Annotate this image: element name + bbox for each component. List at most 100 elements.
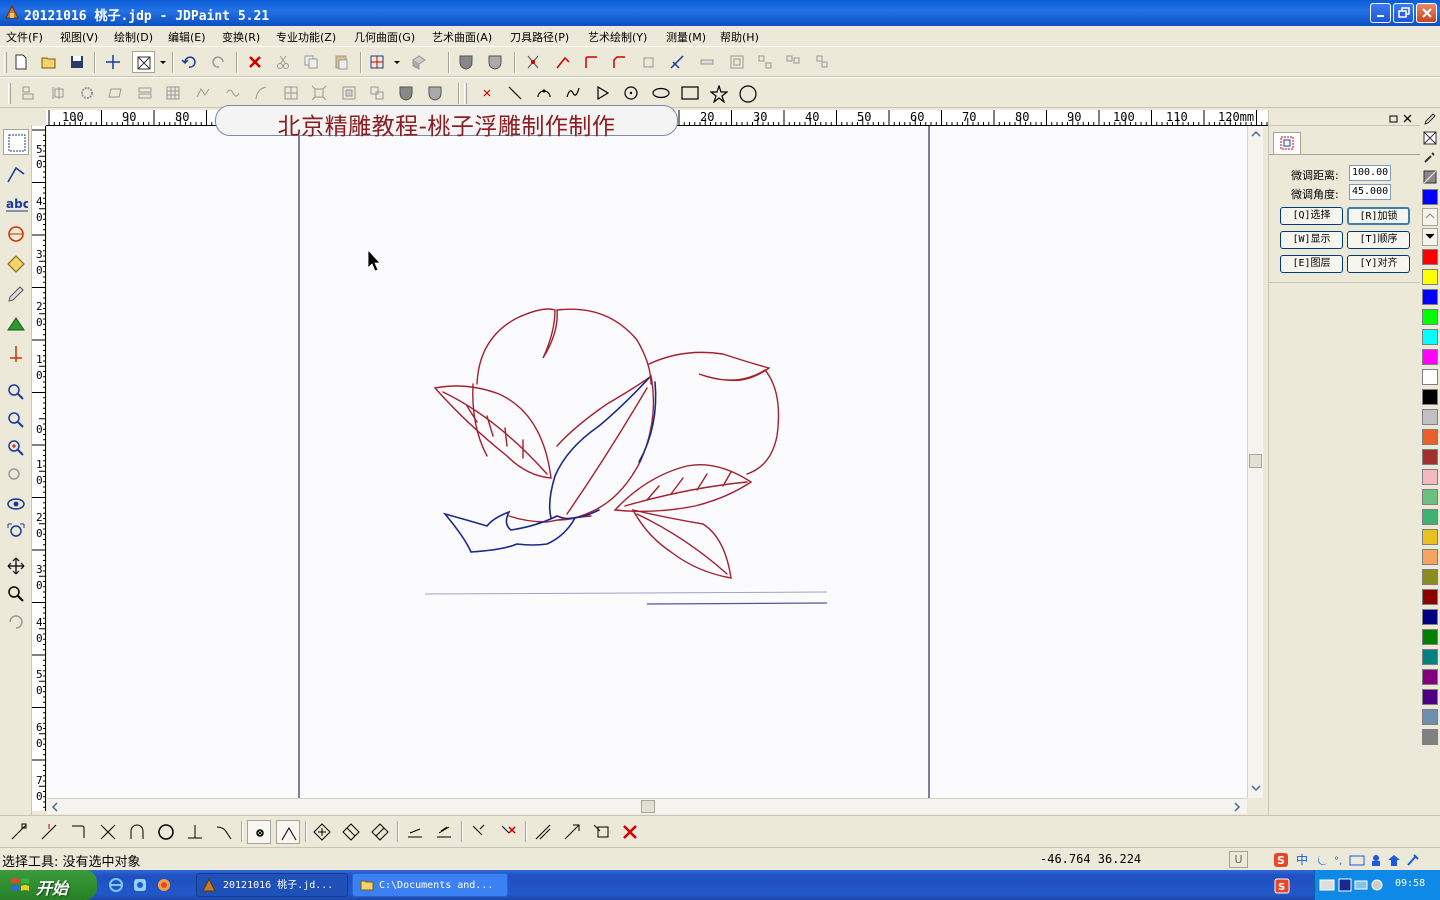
zoom-previous-icon[interactable] <box>3 463 29 489</box>
text-tool-icon[interactable]: abc <box>3 191 29 217</box>
arc-icon[interactable] <box>533 82 556 104</box>
shield-left-icon[interactable] <box>395 82 418 104</box>
ungroup-icon[interactable] <box>366 82 389 104</box>
paste-icon[interactable] <box>330 51 353 73</box>
rotate-view-icon[interactable] <box>3 609 29 635</box>
menu-measure[interactable]: 测量(M) <box>666 29 706 45</box>
toolbar-grip[interactable] <box>8 83 11 104</box>
menu-view[interactable]: 视图(V) <box>60 29 98 45</box>
color-swatch[interactable] <box>1422 669 1438 685</box>
group-icon[interactable] <box>338 82 361 104</box>
ime-toolbar[interactable]: S 中 °, <box>1272 850 1440 870</box>
dropdown-arrow-icon[interactable] <box>390 51 402 73</box>
rotate-copy-icon[interactable] <box>810 51 833 73</box>
drawing-canvas[interactable] <box>47 126 1247 798</box>
redo-icon[interactable] <box>208 51 231 73</box>
cut-icon[interactable] <box>272 51 295 73</box>
snap-center-icon[interactable] <box>154 820 178 844</box>
color-swatch[interactable] <box>1422 349 1438 365</box>
scroll-left-icon[interactable] <box>49 801 61 813</box>
scroll-right-icon[interactable] <box>1231 801 1243 813</box>
select-button[interactable]: [Q]选择 <box>1280 207 1343 225</box>
node-tool-icon[interactable] <box>3 161 29 187</box>
snap-endpoint-icon[interactable] <box>7 820 31 844</box>
snap-move-icon[interactable] <box>531 820 555 844</box>
menu-transform[interactable]: 变换(R) <box>222 29 260 45</box>
color-swatch[interactable] <box>1422 409 1438 425</box>
color-swatch[interactable] <box>1422 489 1438 505</box>
distribute-icon[interactable] <box>134 82 157 104</box>
chamfer-icon[interactable] <box>608 51 631 73</box>
color-swatch[interactable] <box>1422 529 1438 545</box>
scroll-thumb[interactable] <box>1249 454 1262 468</box>
select-box-icon[interactable] <box>132 51 155 73</box>
save-icon[interactable] <box>66 51 89 73</box>
snap-layer-2-icon[interactable] <box>432 820 456 844</box>
vertical-scrollbar[interactable] <box>1247 126 1263 798</box>
fine-angle-field[interactable]: 45.000 <box>1349 184 1391 200</box>
shield-left-icon[interactable] <box>455 51 478 73</box>
undo-icon[interactable] <box>178 51 201 73</box>
palette-scroll-up[interactable] <box>1422 208 1438 226</box>
ellipse-icon[interactable] <box>649 82 672 104</box>
task-jdpaint[interactable]: 20121016 桃子.jd... <box>196 873 348 897</box>
snap-perpendicular-icon[interactable] <box>183 820 207 844</box>
restore-button[interactable] <box>1393 3 1414 23</box>
select-tool-icon[interactable] <box>3 129 29 155</box>
layer-button[interactable]: [E]图层 <box>1280 255 1343 273</box>
circle-center-icon[interactable] <box>620 82 643 104</box>
zoom-out-icon[interactable] <box>3 407 29 433</box>
measure-tool-icon[interactable] <box>3 341 29 367</box>
align-button[interactable]: [Y]对齐 <box>1347 255 1410 273</box>
snap-midpoint-icon[interactable] <box>37 820 61 844</box>
shield-right-icon[interactable] <box>424 82 447 104</box>
panel-restore-icon[interactable] <box>1389 114 1399 124</box>
color-swatch[interactable] <box>1422 589 1438 605</box>
horizontal-scrollbar[interactable] <box>47 798 1247 814</box>
shield-right-icon[interactable] <box>484 51 507 73</box>
align-center-icon[interactable] <box>48 82 71 104</box>
toolbar-grip[interactable] <box>4 52 7 73</box>
panel-close-icon[interactable] <box>1403 114 1413 124</box>
snap-angle-icon[interactable] <box>276 820 300 844</box>
pan-icon[interactable] <box>3 553 29 579</box>
copy-icon[interactable] <box>300 51 323 73</box>
snap-copy-icon[interactable] <box>560 820 584 844</box>
pencil-tool-icon[interactable] <box>3 281 29 307</box>
fillet-icon[interactable] <box>580 51 603 73</box>
corner-icon[interactable] <box>638 51 661 73</box>
minimize-button[interactable] <box>1370 3 1391 23</box>
current-color-swatch[interactable] <box>1422 189 1438 205</box>
panel-tab-select[interactable] <box>1273 132 1301 154</box>
fill-tool-icon[interactable] <box>3 251 29 277</box>
color-swatch[interactable] <box>1422 369 1438 385</box>
color-swatch[interactable] <box>1422 269 1438 285</box>
media-icon[interactable] <box>132 877 148 893</box>
color-swatch[interactable] <box>1422 249 1438 265</box>
explode-icon[interactable] <box>308 82 331 104</box>
snap-grid-3-icon[interactable] <box>368 820 392 844</box>
pen-icon[interactable] <box>1423 112 1437 126</box>
grid-array-icon[interactable] <box>162 82 185 104</box>
title-bar[interactable]: 20121016 桃子.jdp - JDPaint 5.21 <box>0 0 1440 26</box>
menu-tool-path[interactable]: 刀具路径(P) <box>510 29 569 45</box>
fine-distance-field[interactable]: 100.00 <box>1349 165 1391 181</box>
wave-icon[interactable] <box>222 82 245 104</box>
color-swatch[interactable] <box>1422 729 1438 745</box>
gear-icon[interactable] <box>76 82 99 104</box>
color-swatch[interactable] <box>1422 309 1438 325</box>
frame-icon[interactable] <box>280 82 303 104</box>
eyedropper-icon[interactable] <box>1423 150 1437 164</box>
extend-icon[interactable] <box>552 51 575 73</box>
color-swatch[interactable] <box>1422 429 1438 445</box>
menu-professional[interactable]: 专业功能(Z) <box>276 29 336 45</box>
zoom-all-icon[interactable] <box>3 519 29 545</box>
color-swatch[interactable] <box>1422 569 1438 585</box>
ie-icon[interactable] <box>108 877 124 893</box>
point-icon[interactable] <box>476 82 499 104</box>
snap-arc-icon[interactable] <box>125 820 149 844</box>
snap-grid-1-icon[interactable] <box>310 820 334 844</box>
color-swatch[interactable] <box>1422 329 1438 345</box>
color-swatch[interactable] <box>1422 629 1438 645</box>
app-quicklaunch-icon[interactable] <box>156 877 172 893</box>
